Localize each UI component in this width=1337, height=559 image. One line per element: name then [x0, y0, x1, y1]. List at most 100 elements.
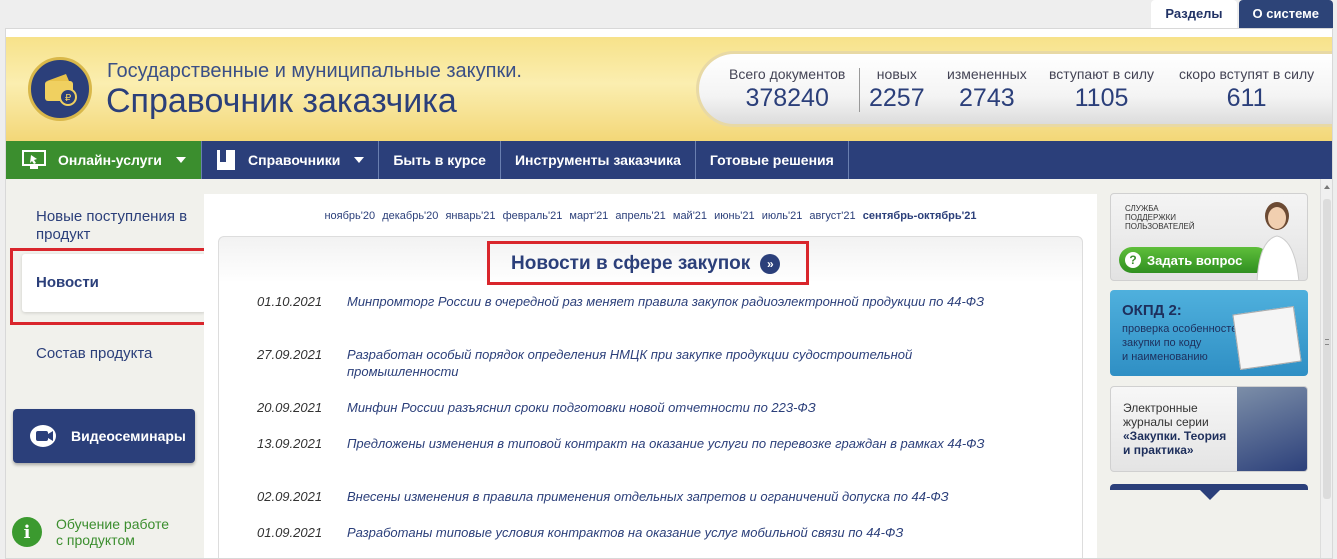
news-date: 02.09.2021: [257, 489, 323, 504]
stats-divider: [859, 68, 860, 112]
stat-effective[interactable]: вступают в силу 1105: [1049, 66, 1154, 113]
journal-line: журналы серии: [1123, 415, 1209, 429]
journals-text: Электронные журналы серии «Закупки. Теор…: [1123, 401, 1226, 457]
month-link[interactable]: май'21: [673, 210, 707, 222]
stat-new[interactable]: новых 2257: [869, 66, 925, 113]
okpd-text: проверка особенностей закупки по коду и …: [1122, 322, 1243, 364]
video-seminars-button[interactable]: Видеосеминары: [13, 409, 195, 463]
support-line: пользователей: [1125, 222, 1195, 231]
sidebar-item-label: Новости: [36, 274, 99, 291]
okpd-line: проверка особенностей: [1122, 323, 1244, 335]
stat-upcoming[interactable]: скоро вступят в силу 611: [1179, 66, 1314, 113]
chevron-down-icon: [175, 157, 186, 163]
news-title-link[interactable]: Новости в сфере закупок »: [511, 253, 781, 275]
monitor-icon: [22, 150, 46, 170]
month-link[interactable]: июль'21: [762, 210, 803, 222]
wallet-logo-icon[interactable]: ₽: [28, 57, 92, 121]
tab-about[interactable]: О системе: [1238, 0, 1333, 28]
header-subtitle: Государственные и муниципальные закупки.: [107, 60, 522, 82]
chevron-down-icon: [354, 157, 365, 163]
stat-label: измененных: [947, 66, 1027, 82]
top-tabs: Разделы О системе: [1151, 0, 1333, 28]
news-link[interactable]: Разработаны типовые условия контрактов н…: [347, 524, 1027, 541]
month-link[interactable]: февраль'21: [503, 210, 563, 222]
stat-value: 611: [1226, 84, 1267, 112]
nav-online-label: Онлайн-услуги: [58, 152, 162, 168]
video-seminars-label: Видеосеминары: [71, 428, 186, 444]
news-link[interactable]: Внесены изменения в правила применения о…: [347, 488, 1027, 505]
okpd-line: и наименованию: [1122, 351, 1208, 363]
journal-line: «Закупки. Теория: [1123, 429, 1227, 443]
sidebar-item-new-arrivals[interactable]: Новые поступления в продукт: [36, 208, 196, 244]
okpd-line: закупки по коду: [1122, 337, 1202, 349]
journal-line: и практика»: [1123, 443, 1194, 457]
news-list-panel: Новости в сфере закупок » 01.10.2021 Мин…: [218, 236, 1083, 558]
main-frame: ₽ Государственные и муниципальные закупк…: [5, 28, 1333, 559]
nav-stay-informed[interactable]: Быть в курсе: [379, 141, 501, 179]
month-link-current[interactable]: сентябрь-октябрь'21: [863, 210, 977, 222]
learn-line-1: Обучение работе: [56, 516, 170, 532]
nav-directories[interactable]: Справочники: [202, 141, 380, 179]
journals-banner[interactable]: Электронные журналы серии «Закупки. Теор…: [1110, 386, 1308, 472]
month-link[interactable]: январь'21: [445, 210, 495, 222]
news-link[interactable]: Разработан особый порядок определения НМ…: [347, 346, 1027, 380]
main-nav: Онлайн-услуги Справочники Быть в курсе И…: [6, 141, 1332, 179]
nav-online-services[interactable]: Онлайн-услуги: [6, 141, 202, 179]
nav-customer-tools[interactable]: Инструменты заказчика: [501, 141, 696, 179]
stat-value: 1105: [1074, 84, 1129, 112]
svg-text:₽: ₽: [65, 93, 72, 104]
double-chevron-right-icon: »: [760, 254, 781, 274]
header-title: Справочник заказчика: [106, 82, 457, 120]
news-title: Новости в сфере закупок: [511, 253, 751, 274]
month-link[interactable]: апрель'21: [615, 210, 665, 222]
stat-total[interactable]: Всего документов 378240: [729, 66, 845, 113]
news-date: 27.09.2021: [257, 347, 323, 362]
grip-icon: [1325, 339, 1329, 345]
support-banner[interactable]: Служба поддержки пользователей ? Задать …: [1110, 193, 1308, 281]
header: ₽ Государственные и муниципальные закупк…: [6, 37, 1332, 141]
video-camera-icon: [30, 425, 56, 447]
learn-product-link[interactable]: i Обучение работе с продуктом: [12, 516, 169, 548]
news-center-panel: ноябрь'20 декабрь'20 январь'21 февраль'2…: [204, 194, 1097, 558]
stat-changed[interactable]: измененных 2743: [947, 66, 1027, 113]
month-selector: ноябрь'20 декабрь'20 январь'21 февраль'2…: [204, 210, 1097, 222]
sidebar-item-news[interactable]: Новости: [22, 254, 206, 312]
scrollbar[interactable]: [1320, 179, 1332, 558]
stat-value: 2257: [869, 84, 925, 112]
news-link[interactable]: Предложены изменения в типовой контракт …: [347, 435, 1027, 452]
support-line: Служба: [1125, 204, 1159, 213]
news-date: 01.09.2021: [257, 525, 323, 540]
month-link[interactable]: март'21: [569, 210, 608, 222]
stat-label: Всего документов: [729, 66, 846, 82]
nav-directories-label: Справочники: [248, 152, 341, 168]
learn-line-2: с продуктом: [56, 532, 135, 548]
support-line: поддержки: [1125, 213, 1177, 222]
scroll-thumb[interactable]: [1323, 199, 1331, 499]
stats-panel: Всего документов 378240 новых 2257 измен…: [696, 51, 1332, 127]
okpd-banner[interactable]: ОКПД 2: проверка особенностей закупки по…: [1110, 290, 1308, 376]
stat-value: 378240: [745, 84, 829, 112]
ask-question-label: Задать вопрос: [1147, 252, 1243, 268]
okpd-title: ОКПД 2:: [1122, 302, 1182, 319]
tab-sections[interactable]: Разделы: [1151, 0, 1237, 28]
sidebar-item-composition[interactable]: Состав продукта: [36, 345, 152, 362]
month-link[interactable]: июнь'21: [714, 210, 755, 222]
book-icon: [216, 149, 236, 171]
journal-line: Электронные: [1123, 401, 1198, 415]
news-link[interactable]: Минфин России разъяснил сроки подготовки…: [347, 399, 1027, 416]
month-link[interactable]: ноябрь'20: [324, 210, 375, 222]
ask-question-button[interactable]: ? Задать вопрос: [1119, 247, 1269, 273]
tablet-hand-icon: [1237, 387, 1307, 471]
news-link[interactable]: Минпромторг России в очередной раз меняе…: [347, 293, 1027, 310]
scroll-up-icon[interactable]: [1324, 185, 1330, 189]
nav-ready-solutions[interactable]: Готовые решения: [696, 141, 849, 179]
stat-label: скоро вступят в силу: [1179, 66, 1315, 82]
banner-more[interactable]: [1110, 484, 1308, 558]
triangle-down-icon: [1200, 490, 1220, 500]
stat-value: 2743: [959, 84, 1015, 112]
month-link[interactable]: декабрь'20: [382, 210, 438, 222]
info-icon: i: [12, 517, 42, 547]
stat-label: новых: [876, 66, 917, 82]
month-link[interactable]: август'21: [809, 210, 855, 222]
support-operator-icon: [1256, 202, 1300, 280]
